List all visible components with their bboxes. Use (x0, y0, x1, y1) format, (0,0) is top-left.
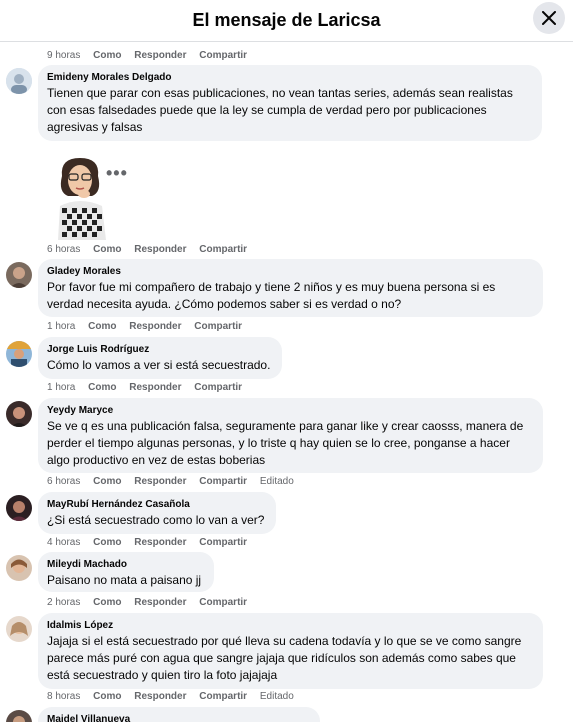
like-button[interactable]: Como (93, 597, 121, 608)
sticker-image[interactable] (52, 154, 110, 240)
avatar[interactable] (6, 262, 32, 288)
close-button[interactable] (533, 2, 565, 34)
reply-button[interactable]: Responder (134, 597, 186, 608)
comment-author[interactable]: Yeydy Maryce (47, 404, 533, 418)
share-button[interactable]: Compartir (199, 476, 247, 487)
comment-actions: 9 horas Como Responder Compartir (47, 50, 257, 61)
comment-bubble: Jorge Luis Rodríguez Cómo lo vamos a ver… (38, 337, 282, 379)
comment-text: Jajaja si el está secuestrado por qué ll… (47, 634, 522, 682)
comment-actions: 4 horas Como Responder Compartir (47, 537, 257, 548)
comment-bubble: Emideny Morales Delgado Tienen que parar… (38, 65, 542, 141)
comment-text: Cómo lo vamos a ver si está secuestrado. (47, 358, 271, 372)
reply-button[interactable]: Responder (134, 691, 186, 702)
comment-author[interactable]: Idalmis López (47, 619, 533, 633)
like-button[interactable]: Como (93, 244, 121, 255)
comment-bubble: MayRubí Hernández Casañola ¿Si está secu… (38, 492, 276, 534)
comment-text: ¿Si está secuestrado como lo van a ver? (47, 513, 265, 527)
dialog-header: El mensaje de Laricsa (0, 0, 573, 42)
like-button[interactable]: Como (93, 691, 121, 702)
comment-text: Paisano no mata a paisano jj (47, 573, 202, 587)
comment-time[interactable]: 6 horas (47, 476, 80, 487)
comment-actions: 2 horas Como Responder Compartir (47, 597, 257, 608)
avatar[interactable] (6, 401, 32, 427)
comment-actions: 6 horas Como Responder Compartir Editado (47, 476, 304, 487)
comment-bubble: Yeydy Maryce Se ve q es una publicación … (38, 398, 543, 473)
avatar[interactable] (6, 495, 32, 521)
like-button[interactable]: Como (88, 382, 116, 393)
comment-time[interactable]: 8 horas (47, 691, 80, 702)
like-button[interactable]: Como (93, 50, 121, 61)
edited-label: Editado (259, 691, 294, 702)
comment-author[interactable]: Mileydi Machado (47, 558, 204, 572)
close-icon (542, 11, 556, 25)
reply-button[interactable]: Responder (129, 382, 181, 393)
comment-bubble: Mileydi Machado Paisano no mata a paisan… (38, 552, 214, 592)
reply-button[interactable]: Responder (134, 476, 186, 487)
reply-button[interactable]: Responder (134, 537, 186, 548)
share-button[interactable]: Compartir (199, 691, 247, 702)
comment-time[interactable]: 9 horas (47, 50, 80, 61)
comment-text: Tienen que parar con esas publicaciones,… (47, 86, 513, 134)
reply-button[interactable]: Responder (129, 321, 181, 332)
share-button[interactable]: Compartir (199, 50, 247, 61)
avatar[interactable] (6, 341, 32, 367)
avatar[interactable] (6, 710, 32, 722)
comment-text: Se ve q es una publicación falsa, segura… (47, 419, 524, 467)
reply-button[interactable]: Responder (134, 244, 186, 255)
comment-bubble: Idalmis López Jajaja si el está secuestr… (38, 613, 543, 689)
comment-bubble: Gladey Morales Por favor fue mi compañer… (38, 259, 543, 317)
comment-actions: 1 hora Como Responder Compartir (47, 321, 252, 332)
comment-author[interactable]: Emideny Morales Delgado (47, 71, 532, 85)
comment-time[interactable]: 6 horas (47, 244, 80, 255)
reply-button[interactable]: Responder (134, 50, 186, 61)
comment-actions: 8 horas Como Responder Compartir Editado (47, 691, 304, 702)
like-button[interactable]: Como (93, 476, 121, 487)
comment-time[interactable]: 1 hora (47, 382, 75, 393)
share-button[interactable]: Compartir (194, 321, 242, 332)
edited-label: Editado (259, 476, 294, 487)
comment-text: Por favor fue mi compañero de trabajo y … (47, 280, 496, 311)
more-options-icon[interactable]: ••• (106, 163, 128, 184)
comment-author[interactable]: Gladey Morales (47, 265, 533, 279)
comment-author[interactable]: MayRubí Hernández Casañola (47, 498, 266, 512)
share-button[interactable]: Compartir (194, 382, 242, 393)
comment-time[interactable]: 4 horas (47, 537, 80, 548)
comment-time[interactable]: 2 horas (47, 597, 80, 608)
like-button[interactable]: Como (93, 537, 121, 548)
avatar[interactable] (6, 68, 32, 94)
comment-time[interactable]: 1 hora (47, 321, 75, 332)
comments-feed[interactable]: 9 horas Como Responder Compartir Emideny… (0, 43, 573, 722)
comment-actions: 6 horas Como Responder Compartir (47, 244, 257, 255)
avatar[interactable] (6, 616, 32, 642)
like-button[interactable]: Como (88, 321, 116, 332)
comment-bubble: Maidel Villanueva (38, 707, 320, 722)
dialog-title: El mensaje de Laricsa (192, 10, 381, 30)
share-button[interactable]: Compartir (199, 597, 247, 608)
share-button[interactable]: Compartir (199, 244, 247, 255)
share-button[interactable]: Compartir (199, 537, 247, 548)
comment-actions: 1 hora Como Responder Compartir (47, 382, 252, 393)
comment-author[interactable]: Maidel Villanueva (47, 713, 310, 722)
comment-author[interactable]: Jorge Luis Rodríguez (47, 343, 272, 357)
avatar[interactable] (6, 555, 32, 581)
